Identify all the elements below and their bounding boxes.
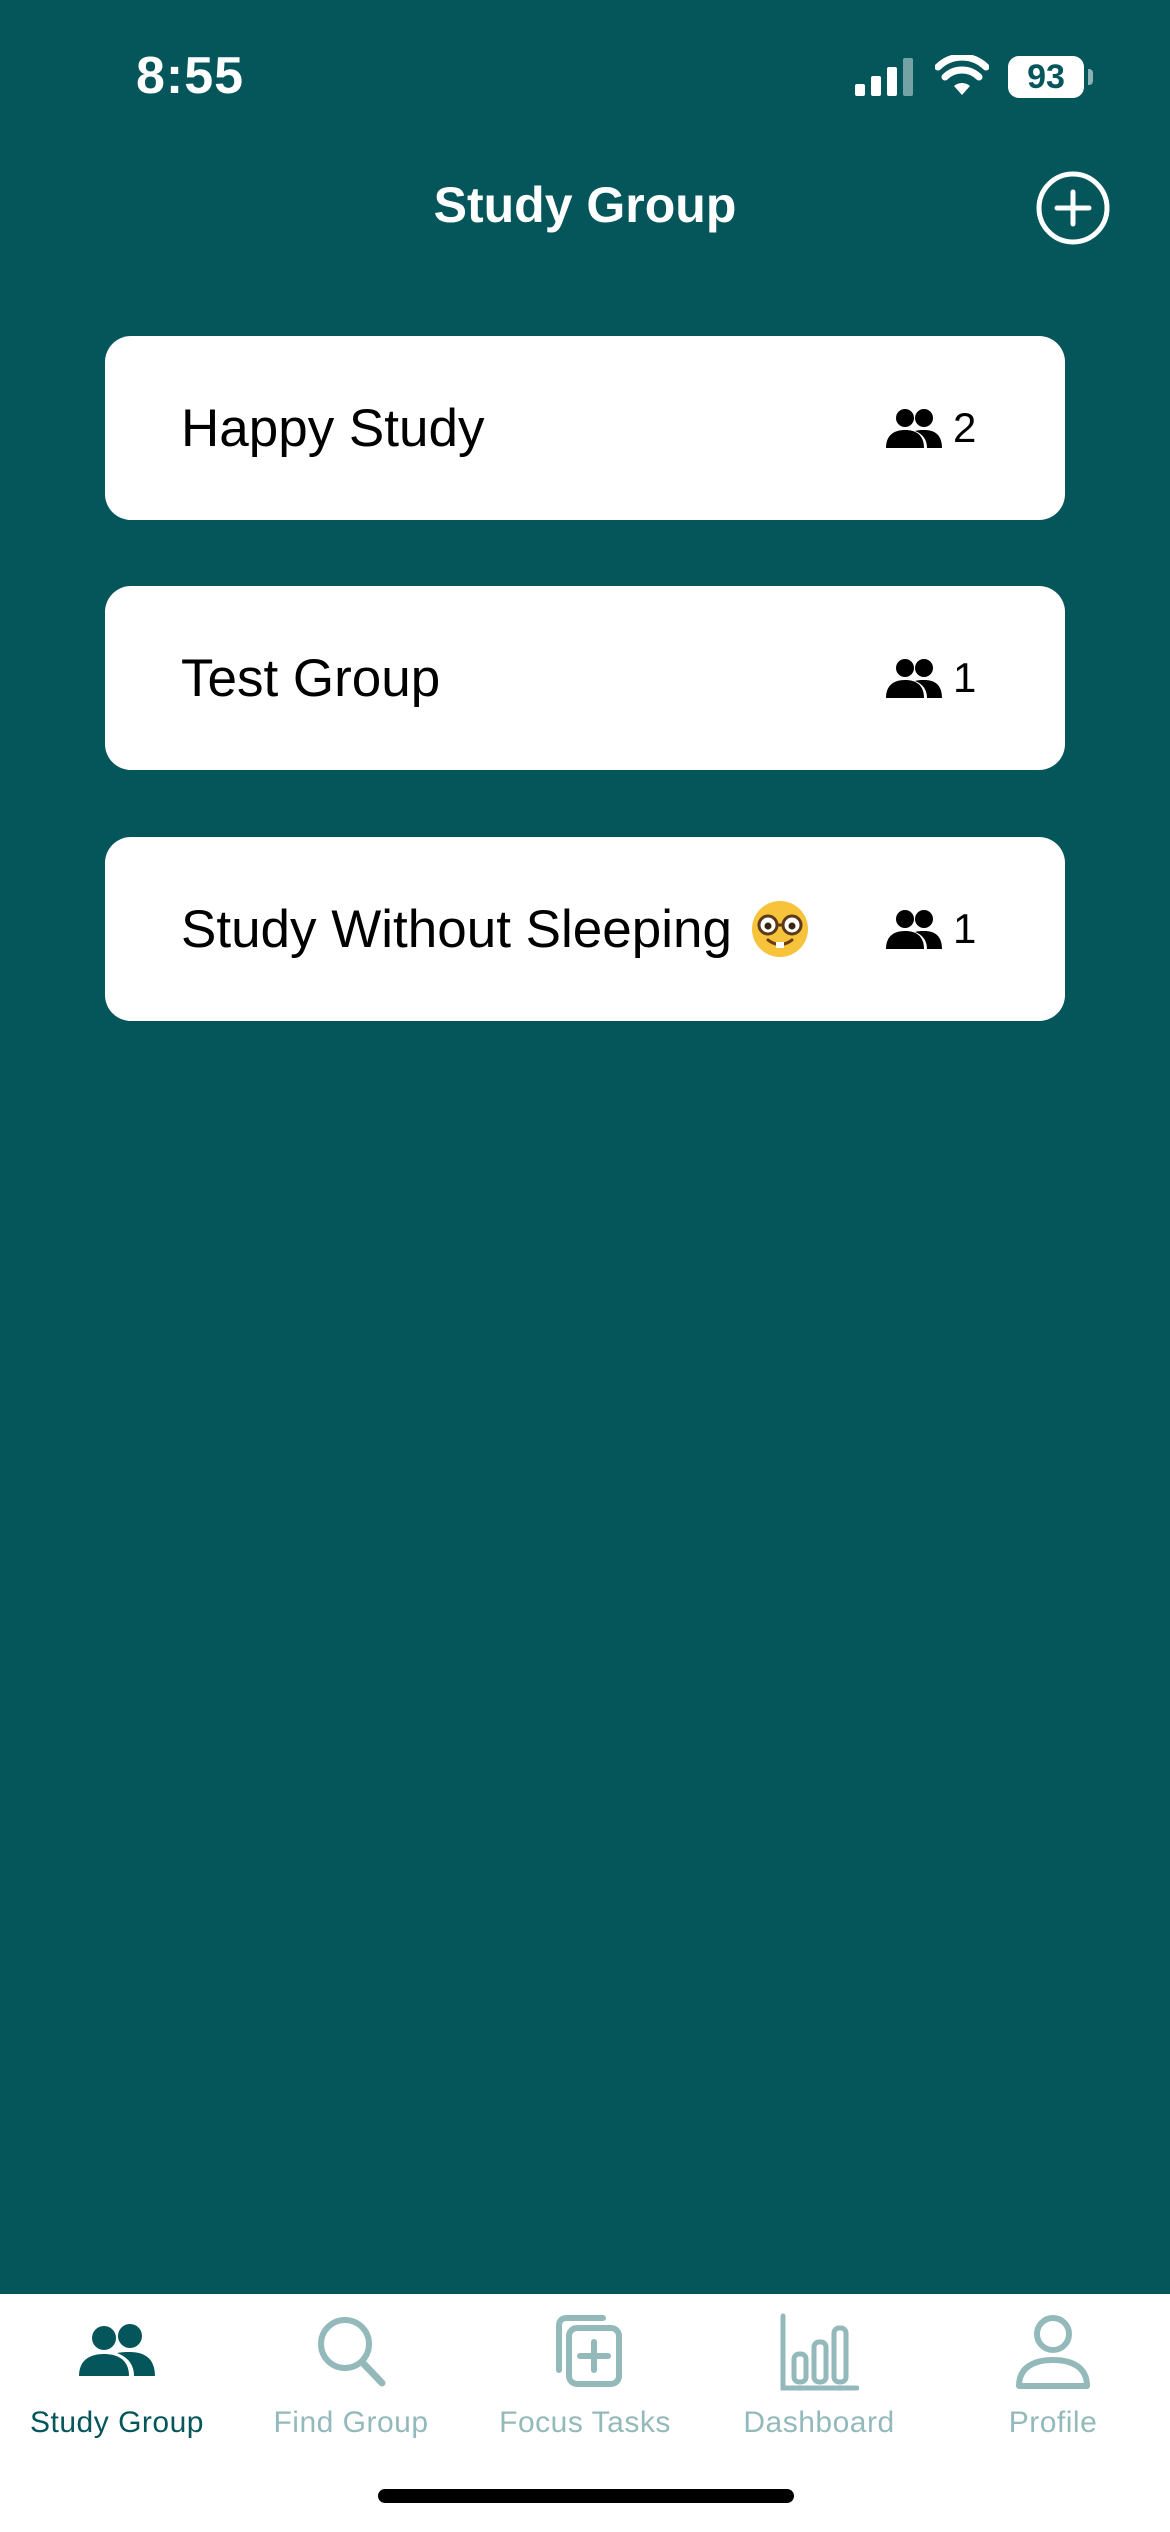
group-card[interactable]: Happy Study 2: [105, 336, 1065, 520]
group-name: Study Without Sleeping: [181, 899, 732, 959]
member-count: 1: [885, 586, 976, 770]
status-time: 8:55: [136, 47, 245, 105]
add-stack-icon: [556, 2315, 622, 2387]
tab-label: Find Group: [273, 2406, 429, 2439]
member-count: 1: [885, 837, 976, 1021]
nerd-face-icon: [751, 901, 808, 957]
tab-label: Focus Tasks: [499, 2406, 671, 2439]
tab-find-group[interactable]: Find Group: [234, 2294, 468, 2454]
tab-profile[interactable]: Profile: [936, 2294, 1170, 2454]
people-icon: [886, 409, 942, 448]
home-indicator: [378, 2489, 794, 2503]
tab-focus-tasks[interactable]: Focus Tasks: [468, 2294, 702, 2454]
people-icon: [886, 910, 942, 949]
member-count: 2: [885, 336, 976, 520]
group-name: Happy Study: [181, 398, 485, 458]
status-bar: 8:55 93: [0, 0, 1170, 150]
member-count-value: 2: [953, 404, 977, 451]
page-title: Study Group: [433, 177, 737, 233]
tab-label: Study Group: [30, 2406, 204, 2439]
person-icon: [1016, 2315, 1090, 2389]
member-count-value: 1: [953, 905, 977, 952]
people-icon: [79, 2324, 155, 2376]
group-card[interactable]: Test Group 1: [105, 586, 1065, 770]
wifi-icon: [935, 55, 989, 95]
group-name: Test Group: [181, 648, 441, 708]
plus-circle-icon: [1036, 171, 1110, 245]
member-count-value: 1: [953, 654, 977, 701]
add-group-button[interactable]: [1035, 170, 1111, 246]
group-name-row: Study Without Sleeping: [181, 837, 810, 1021]
group-card[interactable]: Study Without Sleeping 1: [105, 837, 1065, 1021]
tab-study-group[interactable]: Study Group: [0, 2294, 234, 2454]
battery-icon: 93: [1008, 56, 1084, 98]
tab-label: Dashboard: [743, 2406, 895, 2439]
cellular-signal-icon: [855, 58, 913, 96]
battery-nub: [1088, 69, 1093, 85]
bar-chart-icon: [780, 2313, 859, 2391]
tab-dashboard[interactable]: Dashboard: [702, 2294, 936, 2454]
battery-level: 93: [1027, 57, 1065, 96]
search-icon: [318, 2317, 386, 2387]
tab-label: Profile: [1008, 2406, 1098, 2439]
people-icon: [886, 659, 942, 698]
